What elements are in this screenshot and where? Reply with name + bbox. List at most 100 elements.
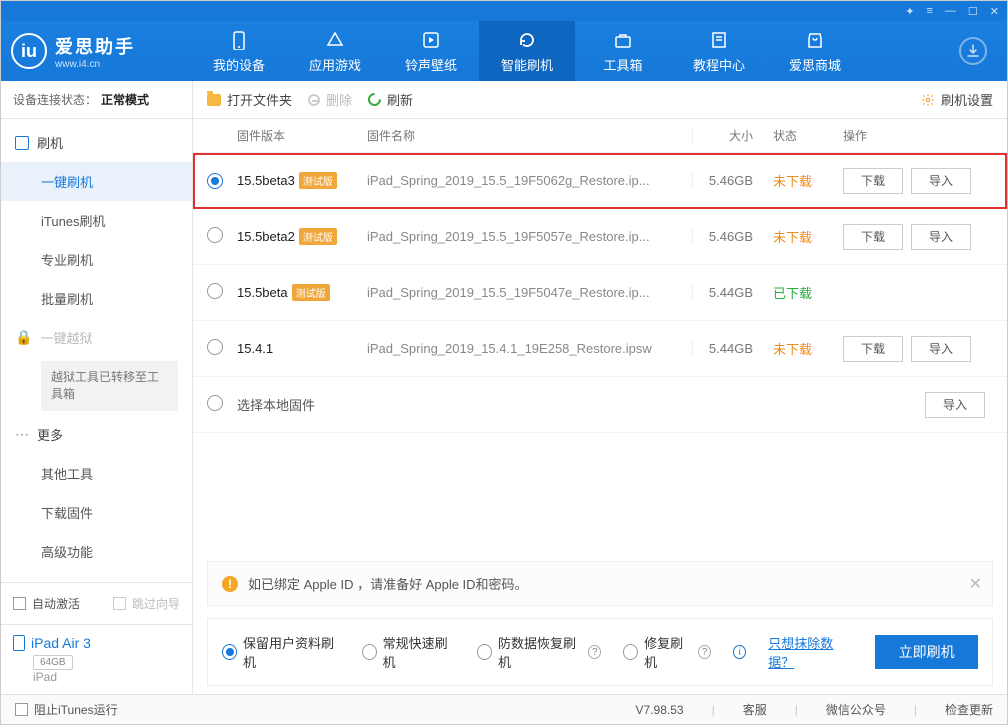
help-icon[interactable]: ? (588, 645, 601, 659)
more-icon: ⋯ (15, 426, 29, 443)
beta-badge: 测试版 (299, 172, 337, 189)
refresh-icon (365, 90, 383, 108)
download-button[interactable]: 下载 (843, 336, 903, 362)
flash-settings-button[interactable]: 刷机设置 (921, 90, 993, 109)
firmware-row[interactable]: 15.5beta 测试版 iPad_Spring_2019_15.5_19F5047… (193, 265, 1007, 321)
maximize-icon[interactable]: ☐ (968, 5, 978, 18)
download-button[interactable]: 下载 (843, 168, 903, 194)
checkbox-icon (113, 597, 126, 610)
help-icon[interactable]: ? (698, 645, 711, 659)
nav-book[interactable]: 教程中心 (671, 21, 767, 81)
open-folder-button[interactable]: 打开文件夹 (207, 90, 292, 109)
opt-normal-flash[interactable]: 常规快速刷机 (362, 633, 455, 671)
firmware-row[interactable]: 15.5beta2测试版iPad_Spring_2019_15.5_19F505… (193, 209, 1007, 265)
sidebar-item[interactable]: 专业刷机 (1, 240, 192, 279)
sidebar-group-flash[interactable]: 刷机 (1, 123, 192, 162)
nav-apps[interactable]: 应用游戏 (287, 21, 383, 81)
delete-button[interactable]: 删除 (308, 90, 352, 109)
refresh-button[interactable]: 刷新 (368, 90, 413, 109)
sidebar-item[interactable]: iTunes刷机 (1, 201, 192, 240)
radio-icon[interactable] (207, 227, 223, 243)
sidebar-item[interactable]: 高级功能 (1, 532, 192, 571)
beta-badge: 测试版 (299, 228, 337, 245)
device-type: iPad (33, 670, 180, 684)
device-info[interactable]: iPad Air 3 64GB iPad (1, 624, 192, 694)
alert-close-icon[interactable]: ✕ (969, 574, 982, 594)
radio-icon[interactable] (207, 395, 223, 411)
sidebar-group-jailbreak: 🔒 一键越狱 (1, 318, 192, 357)
check-update-link[interactable]: 检查更新 (945, 701, 993, 718)
download-button[interactable]: 下载 (843, 224, 903, 250)
beta-badge: 测试版 (292, 284, 330, 301)
version-label: V7.98.53 (636, 703, 684, 717)
import-button[interactable]: 导入 (925, 392, 985, 418)
opt-repair-flash[interactable]: 修复刷机 ? (623, 633, 711, 671)
header: iu 爱思助手 www.i4.cn 我的设备应用游戏铃声壁纸智能刷机工具箱教程中… (1, 21, 1007, 81)
nav-shop[interactable]: 爱思商城 (767, 21, 863, 81)
opt-anti-recovery[interactable]: 防数据恢复刷机 ? (477, 633, 601, 671)
sidebar-item[interactable]: 一键刷机 (1, 162, 192, 201)
radio-icon[interactable] (207, 283, 223, 299)
settings-icon[interactable]: ✦ (905, 5, 914, 18)
erase-data-link[interactable]: 只想抹除数据？ (768, 633, 853, 671)
firmware-table: 15.5beta3 测试版 iPad_Spring_2019_15.5_19F506… (193, 153, 1007, 377)
apple-id-alert: ! 如已绑定 Apple ID ，请准备好 Apple ID和密码。 ✕ (207, 561, 993, 606)
sidebar-item[interactable]: 批量刷机 (1, 279, 192, 318)
status-label: 设备连接状态： (13, 91, 97, 108)
phone-icon (228, 29, 250, 51)
window-controls: ✦ ≡ — ☐ ✕ (1, 1, 1007, 21)
auto-activate-checkbox[interactable]: 自动激活 跳过向导 (13, 595, 180, 612)
menu-icon[interactable]: ≡ (926, 5, 932, 17)
select-local-firmware-row[interactable]: 选择本地固件 导入 (193, 377, 1007, 433)
start-flash-button[interactable]: 立即刷机 (875, 635, 978, 669)
firmware-status: 未下载 (773, 339, 843, 358)
sidebar-options: 自动激活 跳过向导 (1, 582, 192, 624)
firmware-name: iPad_Spring_2019_15.5_19F5057e_Restore.i… (367, 229, 693, 244)
firmware-name: iPad_Spring_2019_15.5_19F5062g_Restore.i… (367, 173, 693, 188)
group-label: 刷机 (37, 133, 63, 152)
main-nav: 我的设备应用游戏铃声壁纸智能刷机工具箱教程中心爱思商城 (191, 21, 959, 81)
nav-phone[interactable]: 我的设备 (191, 21, 287, 81)
toolbar: 打开文件夹 删除 刷新 刷机设置 (193, 81, 1007, 119)
info-icon: i (733, 645, 746, 659)
firmware-name: iPad_Spring_2019_15.5_19F5047e_Restore.i… (367, 285, 693, 300)
checkbox-icon (13, 597, 26, 610)
th-size: 大小 (693, 127, 773, 144)
wechat-link[interactable]: 微信公众号 (826, 701, 886, 718)
sidebar-item[interactable]: 其他工具 (1, 454, 192, 493)
nav-refresh[interactable]: 智能刷机 (479, 21, 575, 81)
alert-text: 如已绑定 Apple ID ，请准备好 Apple ID和密码。 (248, 574, 528, 593)
local-firmware-label: 选择本地固件 (237, 398, 315, 413)
opt-keep-data[interactable]: 保留用户资料刷机 (222, 633, 340, 671)
firmware-row[interactable]: 15.5beta3 测试版 iPad_Spring_2019_15.5_19F506… (193, 153, 1007, 209)
radio-icon (222, 644, 237, 660)
device-storage: 64GB (33, 655, 73, 670)
refresh-icon (516, 29, 538, 51)
close-icon[interactable]: ✕ (990, 5, 999, 18)
group-label: 更多 (37, 425, 63, 444)
stop-itunes-checkbox[interactable]: 阻止iTunes运行 (15, 701, 118, 718)
version-text: 15.5beta (237, 285, 288, 300)
radio-icon[interactable] (207, 173, 223, 189)
skip-guide-checkbox[interactable]: 跳过向导 (132, 595, 180, 612)
version-text: 15.5beta3 (237, 173, 295, 188)
import-button[interactable]: 导入 (911, 168, 971, 194)
import-button[interactable]: 导入 (911, 336, 971, 362)
radio-icon[interactable] (207, 339, 223, 355)
import-button[interactable]: 导入 (911, 224, 971, 250)
nav-toolbox[interactable]: 工具箱 (575, 21, 671, 81)
download-manager-icon[interactable] (959, 37, 987, 65)
sidebar-item[interactable]: 下载固件 (1, 493, 192, 532)
connection-status: 设备连接状态： 正常模式 (1, 81, 192, 119)
firmware-row[interactable]: 15.4.1iPad_Spring_2019_15.4.1_19E258_Res… (193, 321, 1007, 377)
toolbox-icon (612, 29, 634, 51)
th-name: 固件名称 (367, 127, 693, 144)
nav-music[interactable]: 铃声壁纸 (383, 21, 479, 81)
minimize-icon[interactable]: — (945, 5, 956, 17)
sidebar: 设备连接状态： 正常模式 刷机 一键刷机iTunes刷机专业刷机批量刷机 🔒 一… (1, 81, 193, 694)
support-link[interactable]: 客服 (743, 701, 767, 718)
device-icon (13, 635, 25, 651)
sidebar-group-more[interactable]: ⋯ 更多 (1, 415, 192, 454)
flash-options: 保留用户资料刷机 常规快速刷机 防数据恢复刷机 ? 修复刷机 ? i 只想抹除数… (207, 618, 993, 686)
brand-sub: www.i4.cn (55, 59, 135, 70)
